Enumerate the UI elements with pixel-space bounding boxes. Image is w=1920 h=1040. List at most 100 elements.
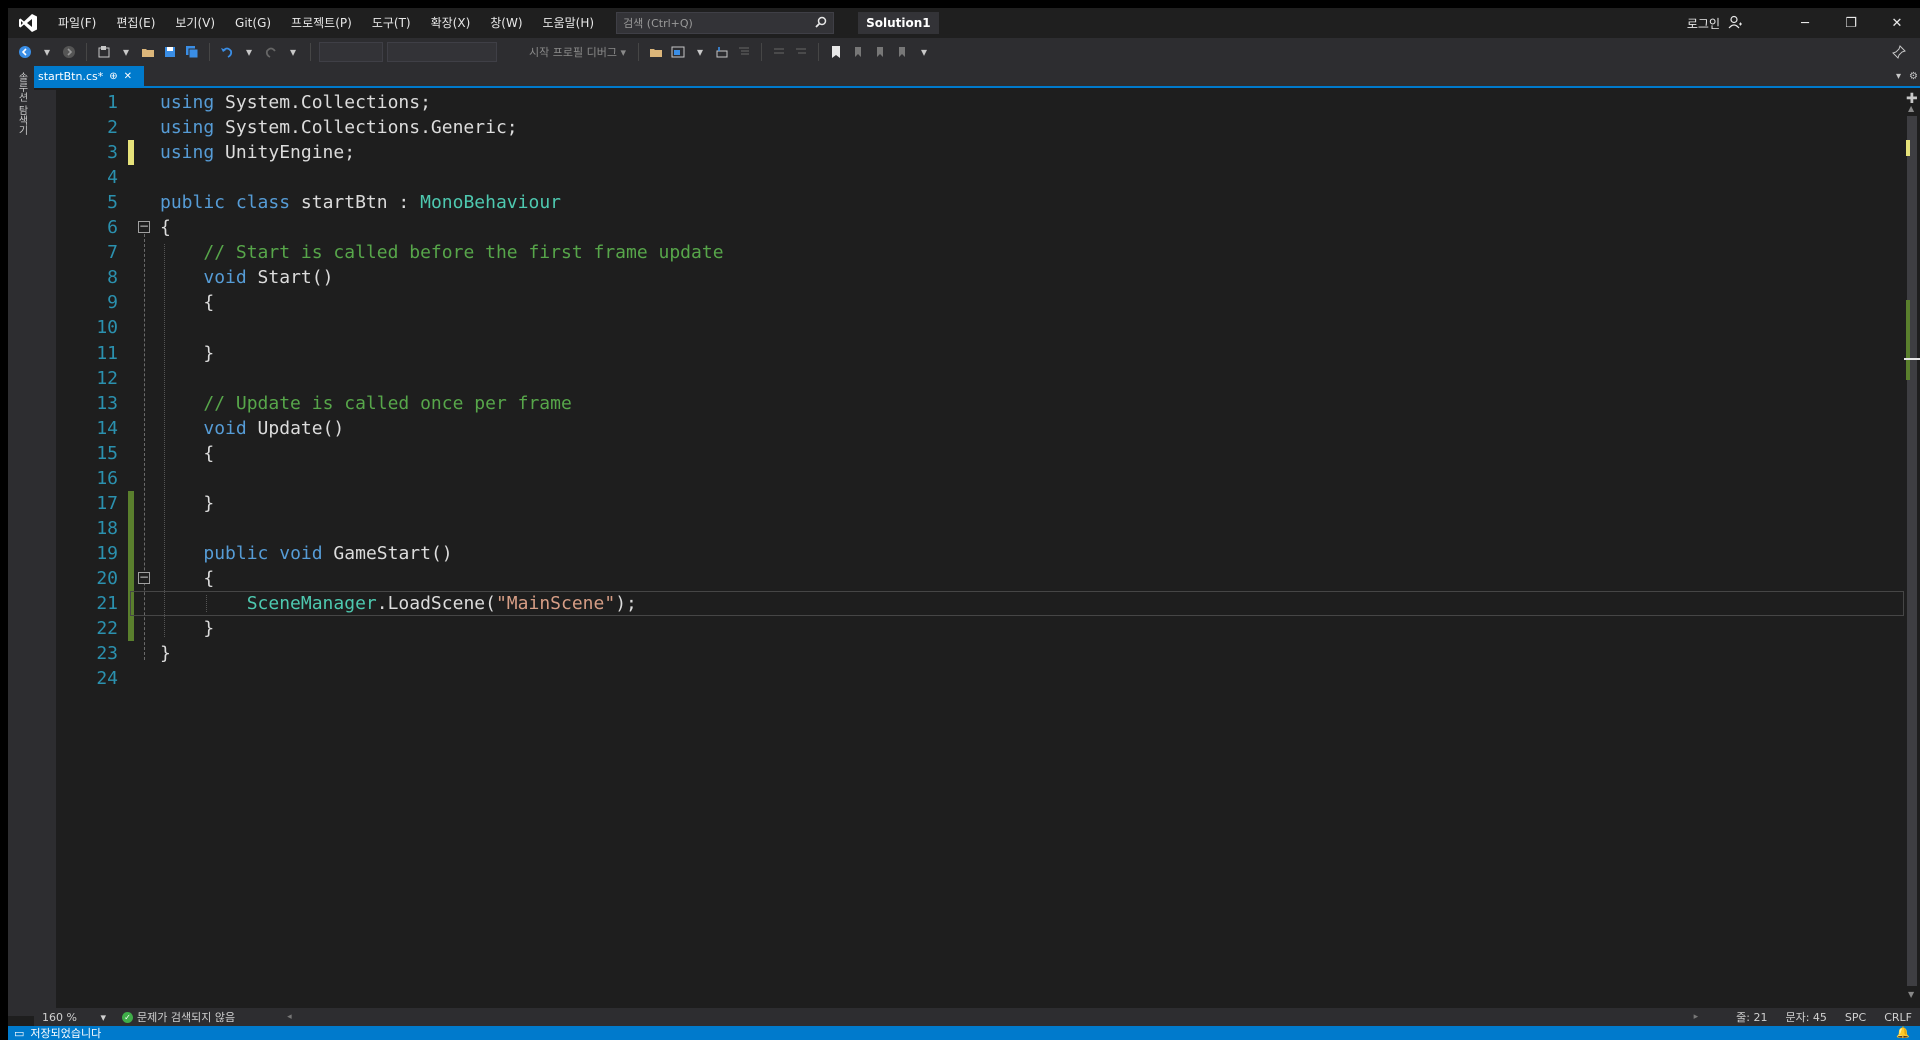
- glyph-margin[interactable]: [34, 90, 56, 1010]
- code-line[interactable]: using System.Collections;: [160, 90, 431, 115]
- restore-button[interactable]: ❐: [1828, 8, 1874, 38]
- clear-bookmark-icon[interactable]: [893, 43, 911, 61]
- comment-icon[interactable]: [770, 43, 788, 61]
- column-indicator[interactable]: 문자: 45: [1785, 1009, 1826, 1025]
- code-line[interactable]: {: [160, 215, 171, 240]
- tabrow-controls: ▾ ⚙: [1896, 66, 1918, 86]
- dropdown-icon[interactable]: ▾: [915, 43, 933, 61]
- code-line[interactable]: // Start is called before the first fram…: [160, 240, 723, 265]
- forward-icon[interactable]: [60, 43, 78, 61]
- close-icon[interactable]: ✕: [124, 71, 132, 82]
- scroll-left-icon[interactable]: ◂: [287, 1012, 292, 1022]
- menu-extensions[interactable]: 확장(X): [421, 8, 481, 38]
- code-line[interactable]: SceneManager.LoadScene("MainScene");: [160, 591, 637, 616]
- bookmark-icon[interactable]: [827, 43, 845, 61]
- code-line[interactable]: public class startBtn : MonoBehaviour: [160, 190, 561, 215]
- code-line[interactable]: void Update(): [160, 416, 344, 441]
- menu-tools[interactable]: 도구(T): [362, 8, 421, 38]
- code-line[interactable]: // Update is called once per frame: [160, 391, 571, 416]
- check-icon: ✓: [122, 1011, 133, 1023]
- menu-help[interactable]: 도움말(H): [533, 8, 605, 38]
- scroll-up-icon[interactable]: ▲: [1908, 104, 1914, 113]
- code-line[interactable]: {: [160, 441, 214, 466]
- left-tool-strip: 솔루션 탐색기: [8, 66, 34, 1016]
- scrollbar-thumb[interactable]: [1907, 116, 1917, 986]
- uncomment-icon[interactable]: [792, 43, 810, 61]
- pin-icon[interactable]: ⊕: [109, 71, 117, 82]
- menu-edit[interactable]: 편집(E): [106, 8, 165, 38]
- code-line[interactable]: using System.Collections.Generic;: [160, 115, 518, 140]
- menu-bar: 파일(F) 편집(E) 보기(V) Git(G) 프로젝트(P) 도구(T) 확…: [48, 8, 604, 38]
- vertical-scrollbar[interactable]: ✚ ▲ ▼: [1904, 90, 1920, 1010]
- code-line[interactable]: using UnityEngine;: [160, 140, 355, 165]
- next-bookmark-icon[interactable]: [871, 43, 889, 61]
- search-input[interactable]: 검색 (Ctrl+Q): [616, 12, 835, 34]
- zoom-control[interactable]: 160 % ▾: [34, 1011, 114, 1024]
- code-line[interactable]: }: [160, 616, 214, 641]
- code-line[interactable]: {: [160, 566, 214, 591]
- dropdown-icon[interactable]: ▾: [691, 43, 709, 61]
- line-number: 7: [107, 242, 118, 264]
- chevron-down-icon: ▾: [100, 1010, 106, 1024]
- gear-icon[interactable]: ⚙: [1909, 71, 1918, 82]
- prev-bookmark-icon[interactable]: [849, 43, 867, 61]
- line-number: 22: [96, 618, 118, 640]
- code-line[interactable]: void Start(): [160, 265, 333, 290]
- line-number: 15: [96, 442, 118, 464]
- code-line[interactable]: }: [160, 641, 171, 666]
- save-icon[interactable]: [161, 43, 179, 61]
- menu-view[interactable]: 보기(V): [165, 8, 225, 38]
- visual-studio-logo-icon[interactable]: [8, 8, 48, 38]
- platform-combo[interactable]: [387, 42, 497, 62]
- align-icon[interactable]: [735, 43, 753, 61]
- dropdown-icon[interactable]: ▾: [117, 43, 135, 61]
- code-line[interactable]: {: [160, 290, 214, 315]
- line-ending-indicator[interactable]: CRLF: [1884, 1011, 1912, 1024]
- fold-toggle-icon[interactable]: −: [138, 571, 150, 584]
- line-number: 1: [107, 92, 118, 113]
- start-debug-button[interactable]: 시작 프로필 디버그 ▾: [525, 44, 630, 60]
- solution-explorer-tab[interactable]: 솔루션 탐색기: [14, 72, 29, 135]
- undo-icon[interactable]: [218, 43, 236, 61]
- chevron-down-icon[interactable]: ▾: [1896, 71, 1901, 82]
- browser-icon[interactable]: [669, 43, 687, 61]
- scroll-down-icon[interactable]: ▼: [1908, 990, 1914, 999]
- back-icon[interactable]: [16, 43, 34, 61]
- step-icon[interactable]: [713, 43, 731, 61]
- code-line[interactable]: public void GameStart(): [160, 541, 452, 566]
- menu-window[interactable]: 창(W): [480, 8, 532, 38]
- line-number: 16: [96, 467, 118, 489]
- issues-indicator[interactable]: ✓ 문제가 검색되지 않음: [122, 1009, 235, 1025]
- code-line[interactable]: }: [160, 341, 214, 366]
- open-folder-icon[interactable]: [139, 43, 157, 61]
- save-all-icon[interactable]: [183, 43, 201, 61]
- login-button[interactable]: 로그인: [1687, 15, 1742, 32]
- scroll-right-icon[interactable]: ▸: [1694, 1012, 1699, 1022]
- whitespace-indicator[interactable]: SPC: [1845, 1011, 1866, 1024]
- dropdown-icon[interactable]: ▾: [38, 43, 56, 61]
- pin-icon[interactable]: [1890, 43, 1908, 61]
- minimize-button[interactable]: ─: [1782, 8, 1828, 38]
- menu-git[interactable]: Git(G): [225, 8, 281, 38]
- tab-startbtn[interactable]: startBtn.cs* ⊕ ✕: [34, 66, 144, 86]
- menu-file[interactable]: 파일(F): [48, 8, 106, 38]
- person-icon: [1728, 15, 1742, 32]
- line-indicator[interactable]: 줄: 21: [1736, 1009, 1767, 1025]
- line-number: 8: [107, 267, 118, 289]
- line-number: 10: [96, 317, 118, 339]
- close-button[interactable]: ✕: [1874, 8, 1920, 38]
- code-editor[interactable]: 1 2 3 4 5 6 7 8 9 10 11 12 13 14 15 16 17 18 19 20 21 22 23 24 …: [34, 90, 1920, 1010]
- new-project-icon[interactable]: [95, 43, 113, 61]
- redo-icon[interactable]: [262, 43, 280, 61]
- line-number: 21: [96, 593, 118, 614]
- menu-project[interactable]: 프로젝트(P): [281, 8, 362, 38]
- dropdown-icon[interactable]: ▾: [284, 43, 302, 61]
- notification-bell-icon[interactable]: 🔔: [1896, 1026, 1910, 1039]
- line-number: 24: [96, 668, 118, 690]
- code-line[interactable]: }: [160, 491, 214, 516]
- change-marker: [128, 565, 134, 591]
- configuration-combo[interactable]: [319, 42, 383, 62]
- dropdown-icon[interactable]: ▾: [240, 43, 258, 61]
- fold-toggle-icon[interactable]: −: [138, 220, 150, 234]
- folder-icon[interactable]: [647, 43, 665, 61]
